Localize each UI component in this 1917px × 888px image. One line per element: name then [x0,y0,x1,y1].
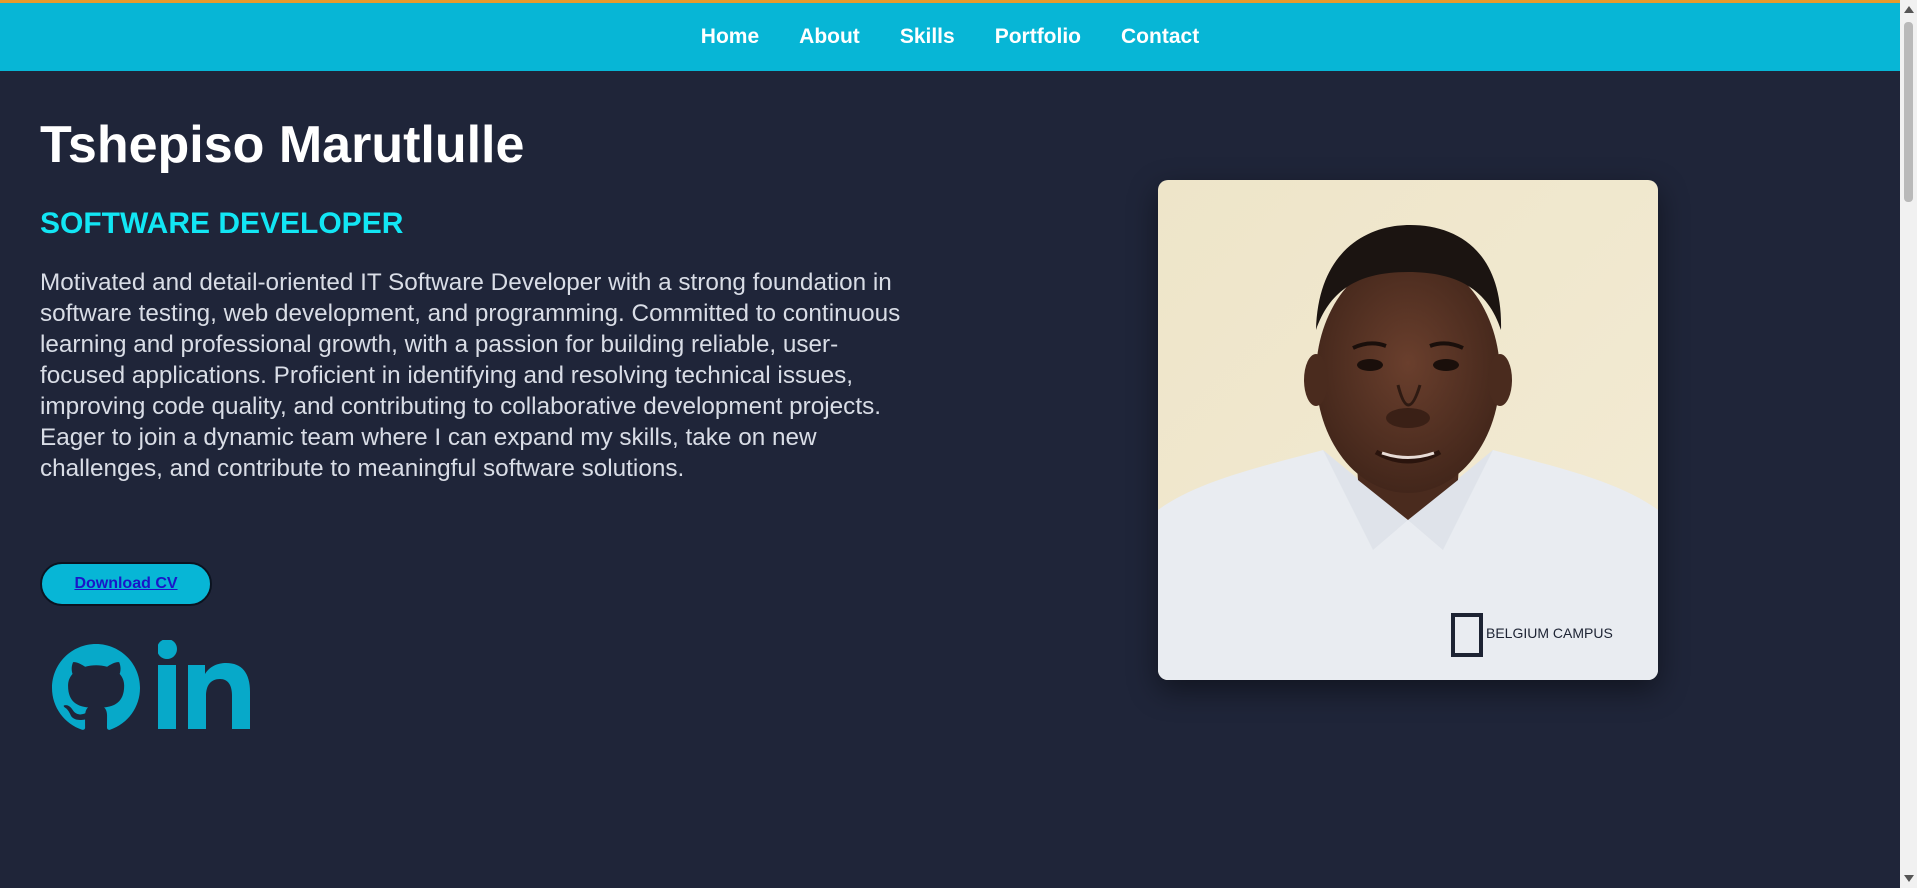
page-scrollbar[interactable] [1900,0,1917,888]
github-icon [52,644,140,730]
github-link[interactable] [52,644,140,737]
shirt-logo-text: BELGIUM CAMPUS [1486,625,1613,641]
top-navigation: Home About Skills Portfolio Contact [0,3,1900,71]
nav-home-link[interactable]: Home [701,25,759,49]
scroll-thumb[interactable] [1904,22,1913,202]
hero-role: SOFTWARE DEVELOPER [40,207,404,240]
profile-photo: BELGIUM CAMPUS [1158,180,1658,680]
linkedin-icon [157,639,250,729]
download-cv-button[interactable]: Download CV [40,562,212,606]
nav-contact-link[interactable]: Contact [1121,25,1199,49]
scroll-down-arrow-icon[interactable] [1904,875,1914,882]
social-links [52,639,252,737]
nav-portfolio-link[interactable]: Portfolio [995,25,1081,49]
hero-name: Tshepiso Marutlulle [40,116,525,174]
nav-about-link[interactable]: About [799,25,860,49]
hero-bio: Motivated and detail-oriented IT Softwar… [40,269,901,482]
profile-portrait-image: BELGIUM CAMPUS [1158,180,1658,680]
linkedin-link[interactable] [157,639,252,737]
download-cv-label: Download CV [74,575,178,592]
scroll-up-arrow-icon[interactable] [1904,6,1914,13]
nav-skills-link[interactable]: Skills [900,25,955,49]
